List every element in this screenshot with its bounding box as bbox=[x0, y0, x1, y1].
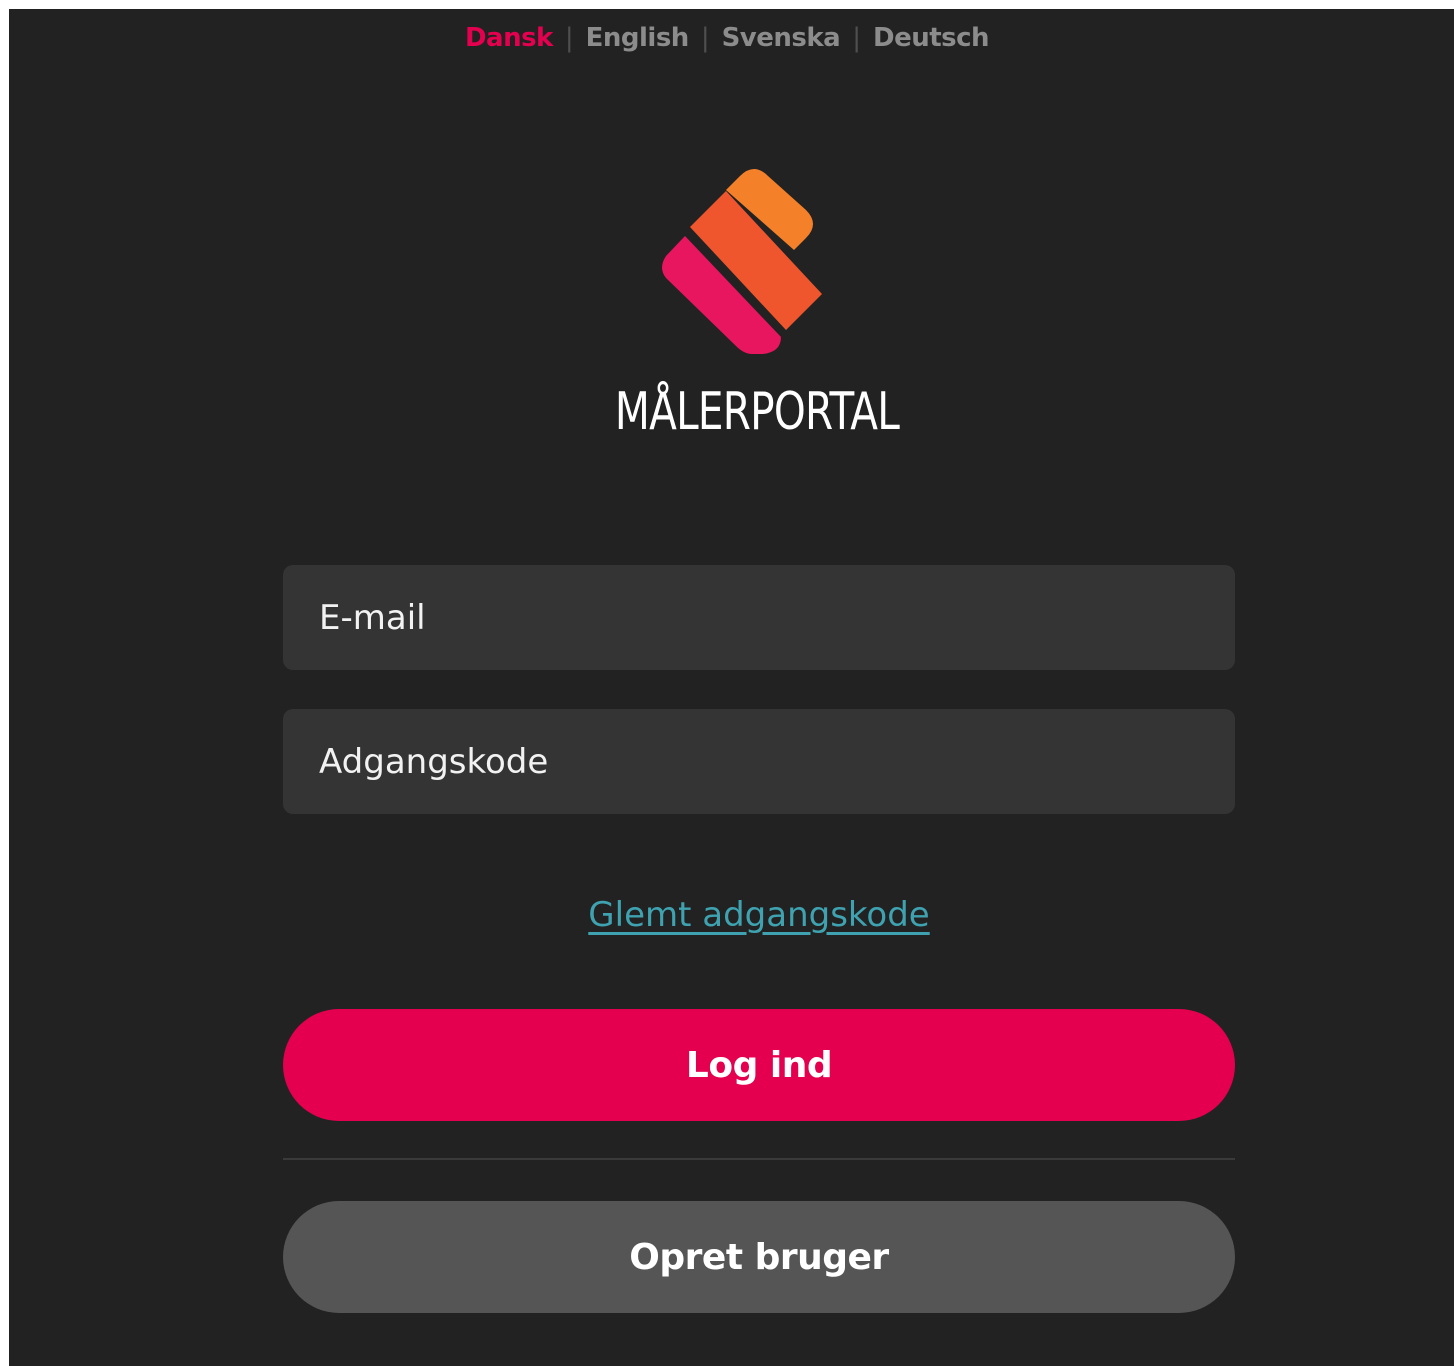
password-input[interactable] bbox=[283, 709, 1235, 814]
divider bbox=[283, 1158, 1235, 1160]
email-field bbox=[283, 565, 1235, 670]
language-separator: | bbox=[852, 23, 861, 53]
email-input[interactable] bbox=[283, 565, 1235, 670]
language-danish[interactable]: Dansk bbox=[465, 23, 553, 53]
create-user-button[interactable]: Opret bruger bbox=[283, 1201, 1235, 1313]
language-english[interactable]: English bbox=[586, 23, 690, 53]
language-separator: | bbox=[700, 23, 710, 53]
password-field bbox=[283, 709, 1235, 814]
malerportal-logo-icon bbox=[662, 169, 822, 354]
language-separator: | bbox=[564, 23, 574, 53]
language-swedish[interactable]: Svenska bbox=[722, 23, 841, 53]
language-selector: Dansk | English | Svenska | Deutsch bbox=[0, 18, 1454, 58]
brand-name: MÅLERPORTAL bbox=[614, 382, 900, 442]
login-button[interactable]: Log ind bbox=[283, 1009, 1235, 1121]
forgot-password-link[interactable]: Glemt adgangskode bbox=[0, 890, 1454, 940]
language-german[interactable]: Deutsch bbox=[873, 23, 990, 53]
